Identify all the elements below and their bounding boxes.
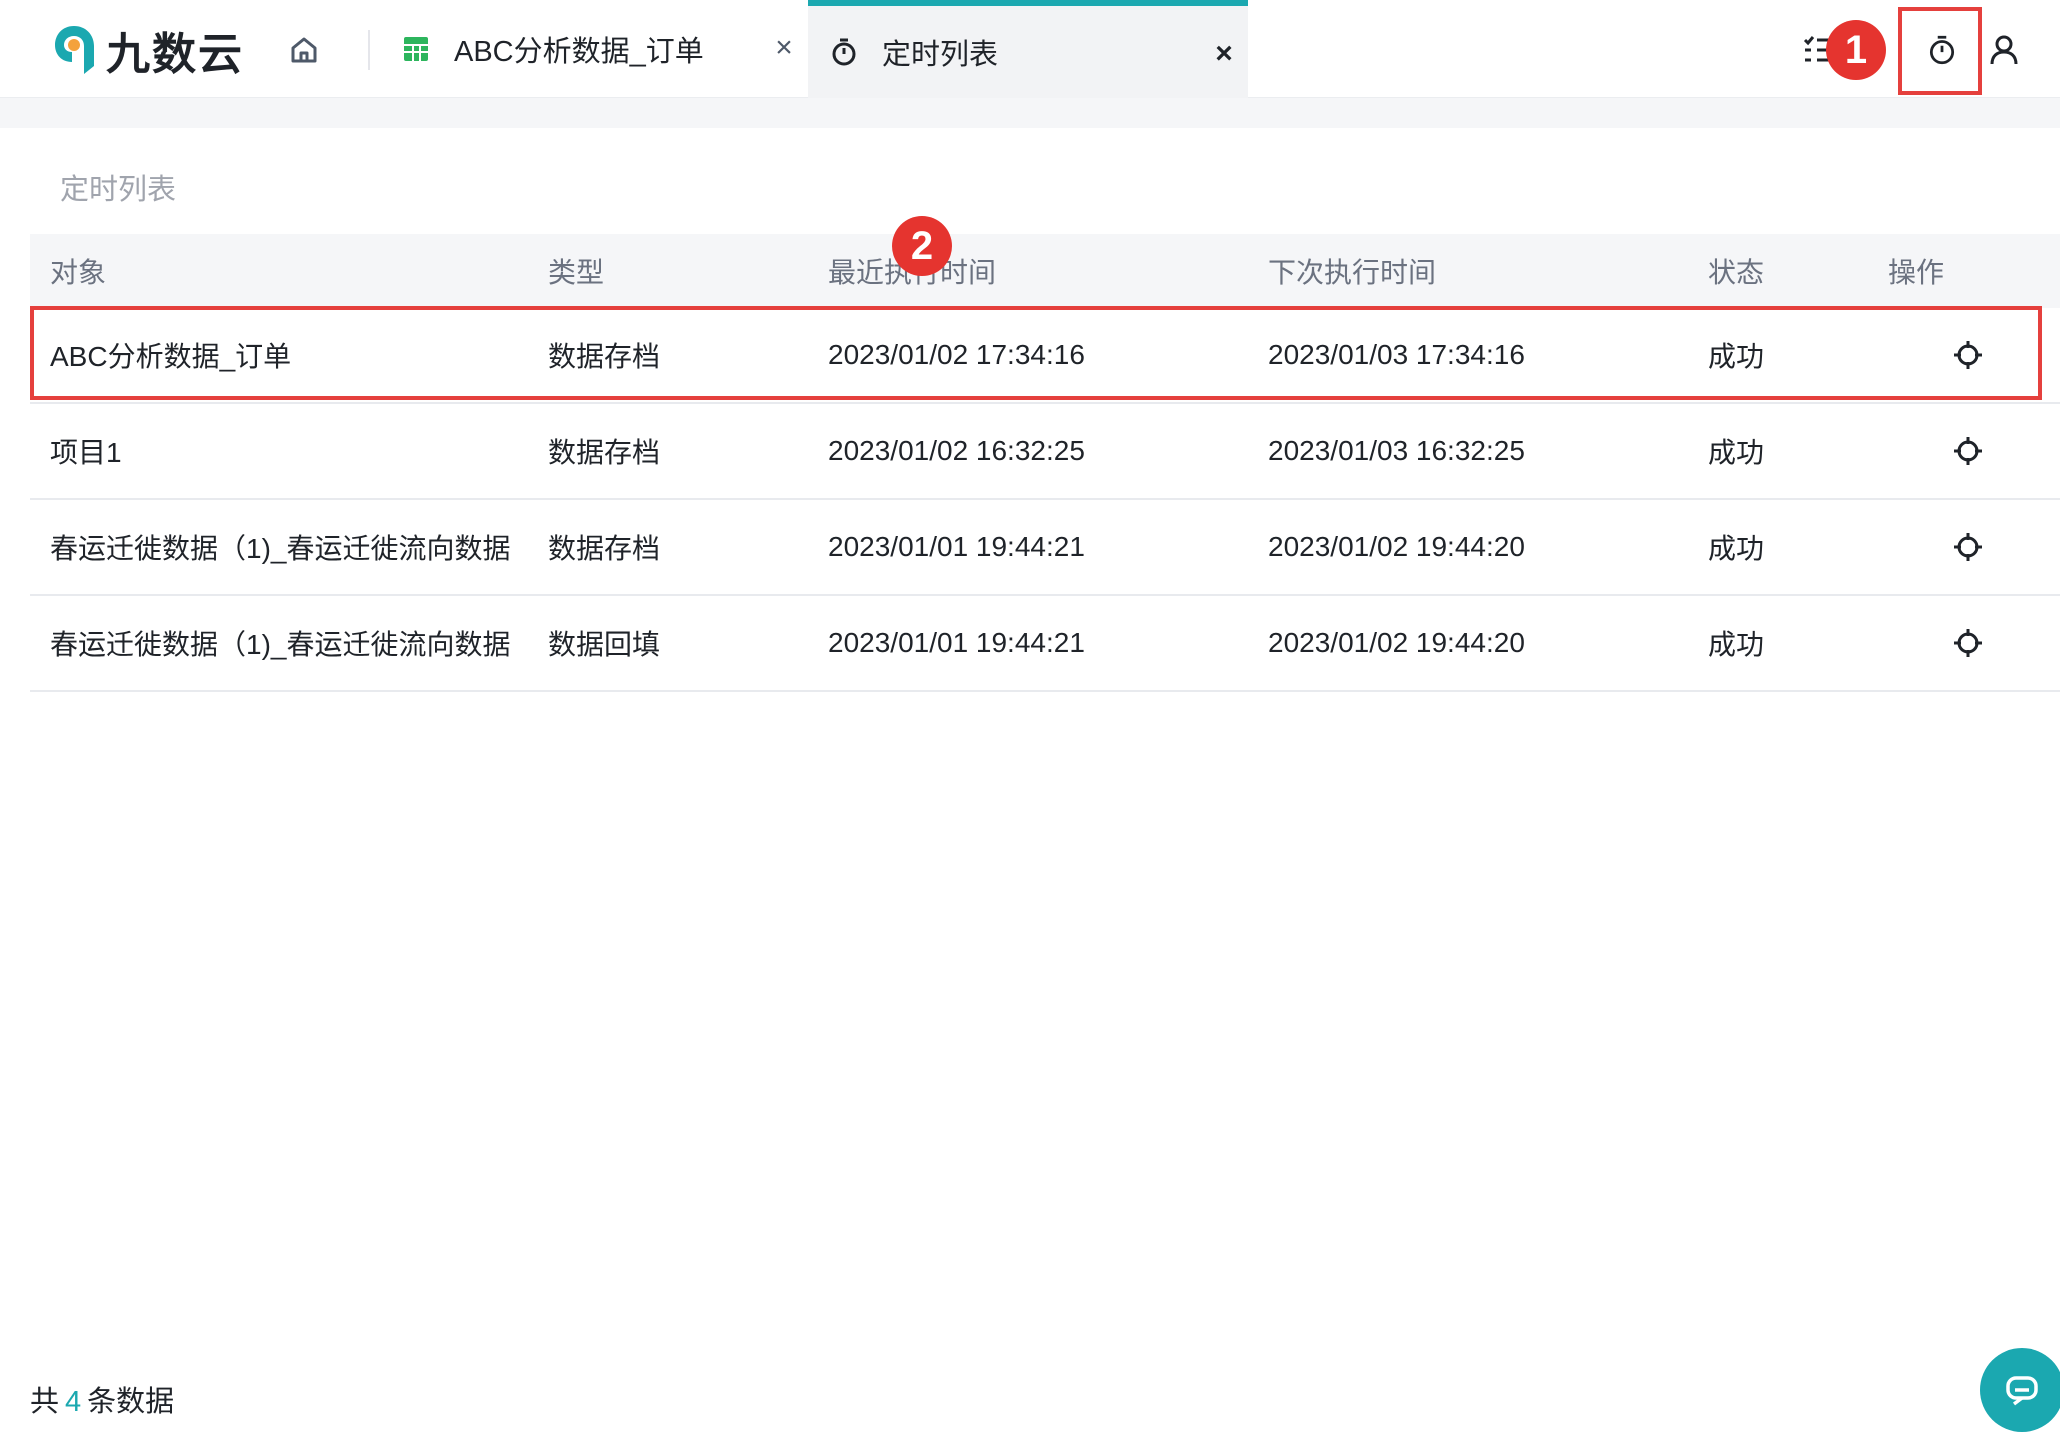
header-action: 操作 — [1888, 257, 1945, 288]
cell-last-run: 2023/01/01 19:44:21 — [828, 627, 1085, 658]
crosshair-icon — [1954, 629, 1982, 657]
tab-close-button[interactable]: × — [1206, 36, 1242, 72]
user-icon — [1990, 35, 2018, 65]
logo-mark-icon — [55, 26, 94, 74]
support-chat-button[interactable] — [1980, 1348, 2060, 1432]
locate-button[interactable] — [1888, 627, 2048, 659]
annotation-badge-2: 2 — [892, 216, 952, 276]
footer-prefix: 共 — [30, 1386, 60, 1418]
footer-count-number: 4 — [65, 1386, 82, 1418]
cell-status: 成功 — [1708, 437, 1765, 468]
header-object: 对象 — [50, 257, 107, 288]
cell-type: 数据存档 — [548, 533, 661, 564]
locate-button[interactable] — [1888, 435, 2048, 467]
top-bar: 九数云 ABC分析数据_订单 × 定时列表 × 1 — [0, 0, 2060, 98]
app-logo[interactable]: 九数云 — [52, 22, 244, 79]
tab-label: 定时列表 — [882, 39, 999, 71]
cell-status: 成功 — [1708, 533, 1765, 564]
cell-next-run: 2023/01/02 19:44:20 — [1268, 627, 1525, 658]
cell-type: 数据存档 — [548, 437, 661, 468]
logo-text: 九数云 — [106, 30, 244, 79]
home-icon — [291, 37, 317, 63]
cell-object: 项目1 — [50, 437, 122, 468]
highlight-box-timer — [1898, 7, 1982, 95]
home-button[interactable] — [280, 28, 328, 72]
user-button[interactable] — [1980, 24, 2028, 76]
timer-icon — [826, 34, 862, 70]
chat-icon — [2006, 1376, 2038, 1406]
annotation-badge-1: 1 — [1826, 20, 1886, 80]
spreadsheet-icon — [398, 31, 434, 67]
header-next-run: 下次执行时间 — [1268, 257, 1437, 288]
locate-button[interactable] — [1888, 531, 2048, 563]
crosshair-icon — [1954, 533, 1982, 561]
cell-status: 成功 — [1708, 629, 1765, 660]
content-top-band — [0, 98, 2060, 128]
cell-object: 春运迁徙数据（1)_春运迁徙流向数据 — [50, 533, 511, 564]
tab-label: ABC分析数据_订单 — [454, 36, 704, 68]
cell-last-run: 2023/01/02 16:32:25 — [828, 435, 1085, 466]
cell-next-run: 2023/01/03 16:32:25 — [1268, 435, 1525, 466]
table-header: 对象 类型 最近执行时间 下次执行时间 状态 操作 — [30, 234, 2060, 308]
schedule-table: 对象 类型 最近执行时间 下次执行时间 状态 操作 ABC分析数据_订单 数据存… — [30, 234, 2060, 692]
tab-separator — [368, 30, 370, 70]
table-row[interactable]: 春运迁徙数据（1)_春运迁徙流向数据 数据回填 2023/01/01 19:44… — [30, 596, 2060, 692]
tab-abc-analysis[interactable]: ABC分析数据_订单 × — [380, 0, 808, 98]
cell-last-run: 2023/01/01 19:44:21 — [828, 531, 1085, 562]
cell-type: 数据回填 — [548, 629, 661, 660]
table-row[interactable]: 项目1 数据存档 2023/01/02 16:32:25 2023/01/03 … — [30, 404, 2060, 500]
header-last-run: 最近执行时间 — [808, 251, 1248, 291]
footer-count: 共 4 条数据 — [30, 1378, 174, 1420]
page-title: 定时列表 — [60, 174, 177, 206]
header-status: 状态 — [1708, 257, 1765, 288]
cell-next-run: 2023/01/02 19:44:20 — [1268, 531, 1525, 562]
table-row[interactable]: 春运迁徙数据（1)_春运迁徙流向数据 数据存档 2023/01/01 19:44… — [30, 500, 2060, 596]
tab-close-button[interactable]: × — [766, 30, 802, 66]
highlight-box-row — [30, 306, 2042, 400]
footer-suffix: 条数据 — [87, 1386, 175, 1418]
crosshair-icon — [1954, 437, 1982, 465]
cell-object: 春运迁徙数据（1)_春运迁徙流向数据 — [50, 629, 511, 660]
tab-schedule-list[interactable]: 定时列表 × — [808, 0, 1248, 98]
header-type: 类型 — [548, 257, 605, 288]
